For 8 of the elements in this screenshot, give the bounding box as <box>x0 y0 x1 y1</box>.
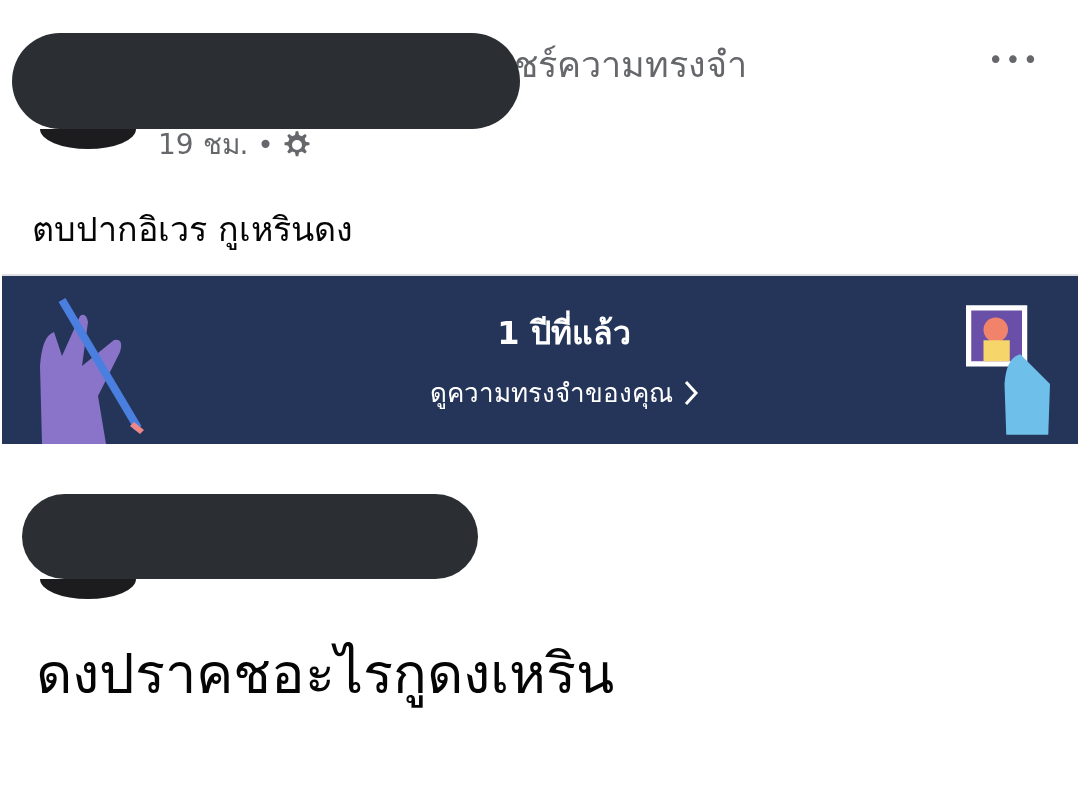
shared-post-text: ดงปราคชอะไรกูดงเหริน <box>35 640 615 710</box>
post-title: ชร์ความทรงจำ <box>514 43 748 87</box>
memory-title: 1 ปีที่แล้ว <box>497 307 631 358</box>
chevron-icon <box>682 379 699 406</box>
memories-link[interactable]: ดูความทรงจำของคุณ <box>429 372 699 413</box>
more-button[interactable]: ••• <box>988 42 1040 78</box>
post-text: ตบปากอิเวร กูเหรินดง <box>31 208 354 252</box>
post-time: 19 ชม. • <box>158 127 274 163</box>
